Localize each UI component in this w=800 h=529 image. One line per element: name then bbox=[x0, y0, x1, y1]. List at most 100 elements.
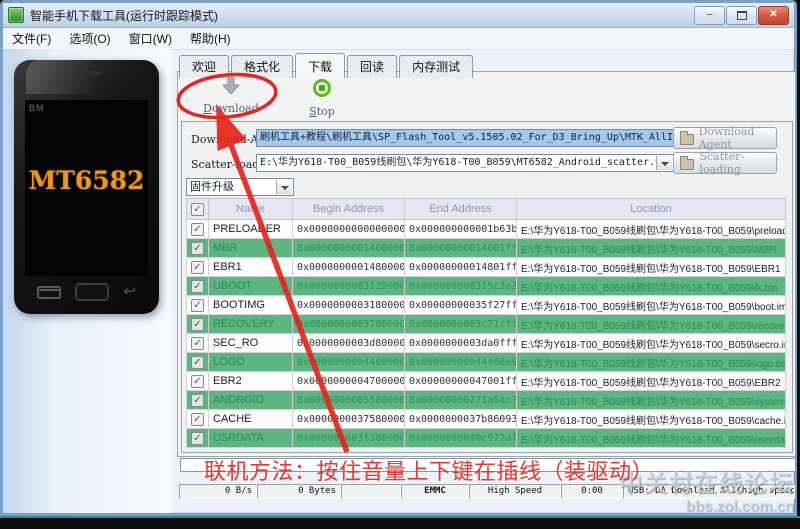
tab-download[interactable]: 下载 bbox=[295, 53, 346, 78]
app-icon bbox=[8, 7, 24, 23]
table-row[interactable]: ✓ EBR1 0x0000000001480000 0x00000000014801f… bbox=[186, 257, 786, 277]
menu-file[interactable]: 文件(F) bbox=[3, 28, 60, 49]
close-button[interactable]: ✕ bbox=[758, 6, 789, 25]
row-checkbox-cell: ✓ bbox=[186, 257, 209, 277]
menu-help[interactable]: 帮助(H) bbox=[181, 28, 240, 49]
partition-location: E:\华为Y618-T00_B059线刷包\华为Y618-T00_B059\se… bbox=[516, 333, 786, 353]
begin-address: 0x000000003f380000 bbox=[292, 428, 405, 448]
partition-location: E:\华为Y618-T00_B059线刷包\华为Y618-T00_B059\MB… bbox=[516, 238, 786, 258]
maximize-button[interactable] bbox=[726, 6, 757, 25]
begin-address: 0x0000000001400000 bbox=[292, 238, 405, 258]
partition-name: BOOTIMG bbox=[208, 295, 293, 315]
row-checkbox[interactable]: ✓ bbox=[191, 374, 204, 388]
partition-name: EBR2 bbox=[208, 371, 293, 391]
table-row[interactable]: ✓ BOOTIMG 0x0000000003180000 0x00000000035f… bbox=[186, 295, 786, 315]
annotation-text: 联机方法：按住音量上下键在插线（装驱动） bbox=[204, 460, 655, 485]
phone-speaker bbox=[71, 71, 102, 75]
begin-address: 0x0000000003180000 bbox=[292, 295, 405, 315]
table-row[interactable]: ✓ SEC_RO 0x0000000003d80000 0x0000000003da0… bbox=[186, 333, 786, 353]
partition-location: E:\华为Y618-T00_B059线刷包\华为Y618-T00_B059\EB… bbox=[516, 371, 786, 391]
tab-memory-test[interactable]: 内存测试 bbox=[399, 55, 474, 78]
row-checkbox[interactable]: ✓ bbox=[191, 336, 204, 350]
partition-table: ✓ Name Begin Address End Address Locatio… bbox=[186, 198, 786, 448]
menu-options[interactable]: 选项(O) bbox=[60, 28, 119, 49]
scatter-dropdown-icon[interactable] bbox=[656, 156, 672, 170]
folder-icon bbox=[680, 155, 695, 170]
row-checkbox[interactable]: ✓ bbox=[191, 241, 204, 255]
end-address: 0x00000000271a5ac7 bbox=[404, 390, 517, 410]
phone-image: BM MT6582 ↩ bbox=[14, 60, 159, 314]
mode-dropdown-icon[interactable] bbox=[276, 180, 292, 194]
table-row[interactable]: ✓ EBR2 0x0000000004700000 0x00000000047001f… bbox=[186, 371, 786, 391]
title-bar[interactable]: 智能手机下载工具(运行时跟踪模式) – ✕ bbox=[3, 3, 794, 28]
table-row[interactable]: ✓ UBOOT 0x0000000003120000 0x000000000315c3… bbox=[186, 276, 786, 296]
partition-name: UBOOT bbox=[208, 276, 293, 296]
begin-address: 0x0000000037580000 bbox=[292, 409, 405, 429]
scatter-file-value: E:\华为Y618-T00_B059线刷包\华为Y618-T00_B059\MT… bbox=[260, 157, 674, 168]
minimize-icon: – bbox=[706, 9, 713, 20]
status-speed: 0 B/s bbox=[179, 484, 257, 499]
table-row[interactable]: ✓ USRDATA 0x000000003f380000 0x0000000040c9… bbox=[186, 428, 786, 448]
scatter-file-field[interactable]: E:\华为Y618-T00_B059线刷包\华为Y618-T00_B059\MT… bbox=[256, 154, 674, 172]
end-address: 0x000000000001b63b bbox=[404, 219, 517, 239]
row-checkbox[interactable]: ✓ bbox=[191, 431, 204, 445]
end-address: 0x000000000315c3e3 bbox=[404, 276, 517, 296]
partition-location: E:\华为Y618-T00_B059线刷包\华为Y618-T00_B059\lo… bbox=[516, 352, 786, 372]
status-bytes: 0 Bytes bbox=[257, 484, 341, 499]
row-checkbox[interactable]: ✓ bbox=[191, 279, 204, 293]
partition-location: E:\华为Y618-T00_B059线刷包\华为Y618-T00_B059\ca… bbox=[516, 409, 786, 429]
partition-table-body: ✓ PRELOADER 0x0000000000000000 0x0000000000… bbox=[186, 219, 786, 448]
phone-brand-label: BM bbox=[29, 103, 45, 113]
download-mode-value: 固件升级 bbox=[190, 181, 234, 193]
app-window: 智能手机下载工具(运行时跟踪模式) – ✕ 文件(F) 选项(O) 窗口(W) … bbox=[0, 0, 797, 516]
download-button[interactable]: Download bbox=[200, 76, 262, 117]
stop-icon bbox=[313, 79, 331, 97]
row-checkbox[interactable]: ✓ bbox=[191, 355, 204, 369]
row-checkbox[interactable]: ✓ bbox=[191, 222, 204, 236]
row-checkbox[interactable]: ✓ bbox=[191, 393, 204, 407]
end-address: 0x00000000044488e9 bbox=[404, 352, 517, 372]
phone-home-icon bbox=[75, 283, 110, 301]
col-location[interactable]: Location bbox=[516, 198, 786, 220]
table-row[interactable]: ✓ CACHE 0x0000000037580000 0x0000000037b860… bbox=[186, 409, 786, 429]
table-row[interactable]: ✓ LOGO 0x0000000004400000 0x00000000044488e… bbox=[186, 352, 786, 372]
table-row[interactable]: ✓ ANDROID 0x0000000005580000 0x00000000271a… bbox=[186, 390, 786, 410]
row-checkbox-cell: ✓ bbox=[186, 390, 209, 410]
table-header-row: ✓ Name Begin Address End Address Locatio… bbox=[186, 198, 786, 220]
row-checkbox-cell: ✓ bbox=[186, 333, 209, 353]
select-all-checkbox[interactable]: ✓ bbox=[191, 202, 204, 216]
folder-icon bbox=[680, 130, 694, 145]
download-agent-browse-button[interactable]: Download Agent bbox=[673, 125, 777, 151]
row-checkbox[interactable]: ✓ bbox=[191, 260, 204, 274]
close-icon: ✕ bbox=[769, 9, 778, 20]
col-end-address[interactable]: End Address bbox=[404, 198, 517, 220]
row-checkbox-cell: ✓ bbox=[186, 276, 209, 296]
col-name[interactable]: Name bbox=[208, 198, 293, 220]
menu-window[interactable]: 窗口(W) bbox=[120, 28, 181, 49]
end-address: 0x00000000014001ff bbox=[404, 238, 517, 258]
scatter-browse-button[interactable]: Scatter-loading bbox=[673, 150, 777, 176]
tab-readback[interactable]: 回读 bbox=[347, 55, 398, 78]
table-row[interactable]: ✓ RECOVERY 0x0000000003780000 0x0000000003c… bbox=[186, 314, 786, 334]
minimize-button[interactable]: – bbox=[694, 6, 725, 25]
stop-button[interactable]: Stop bbox=[291, 77, 353, 118]
table-row[interactable]: ✓ MBR 0x0000000001400000 0x00000000014001ff… bbox=[186, 238, 786, 258]
download-agent-field[interactable]: 刷机工具+教程\刷机工具\SP_Flash_Tool_v5.1505.02_Fo… bbox=[256, 129, 674, 147]
row-checkbox-cell: ✓ bbox=[186, 295, 209, 315]
begin-address: 0x0000000001480000 bbox=[292, 257, 405, 277]
row-checkbox[interactable]: ✓ bbox=[191, 298, 204, 312]
partition-location: E:\华为Y618-T00_B059线刷包\华为Y618-T00_B059\EB… bbox=[516, 257, 786, 277]
col-begin-address[interactable]: Begin Address bbox=[292, 198, 405, 220]
table-row[interactable]: ✓ PRELOADER 0x0000000000000000 0x0000000000… bbox=[186, 219, 786, 239]
row-checkbox[interactable]: ✓ bbox=[191, 412, 204, 426]
row-checkbox-cell: ✓ bbox=[186, 219, 209, 239]
row-checkbox[interactable]: ✓ bbox=[191, 317, 204, 331]
tab-welcome[interactable]: 欢迎 bbox=[179, 55, 230, 78]
download-mode-select[interactable]: 固件升级 bbox=[186, 178, 294, 196]
end-address: 0x00000000035f27ff bbox=[404, 295, 517, 315]
tab-format[interactable]: 格式化 bbox=[231, 55, 294, 78]
phone-back-icon: ↩ bbox=[123, 283, 136, 300]
screenshot-stage: 智能手机下载工具(运行时跟踪模式) – ✕ 文件(F) 选项(O) 窗口(W) … bbox=[0, 0, 800, 529]
begin-address: 0x0000000003120000 bbox=[292, 276, 405, 296]
partition-location: E:\华为Y618-T00_B059线刷包\华为Y618-T00_B059\bo… bbox=[516, 295, 786, 315]
